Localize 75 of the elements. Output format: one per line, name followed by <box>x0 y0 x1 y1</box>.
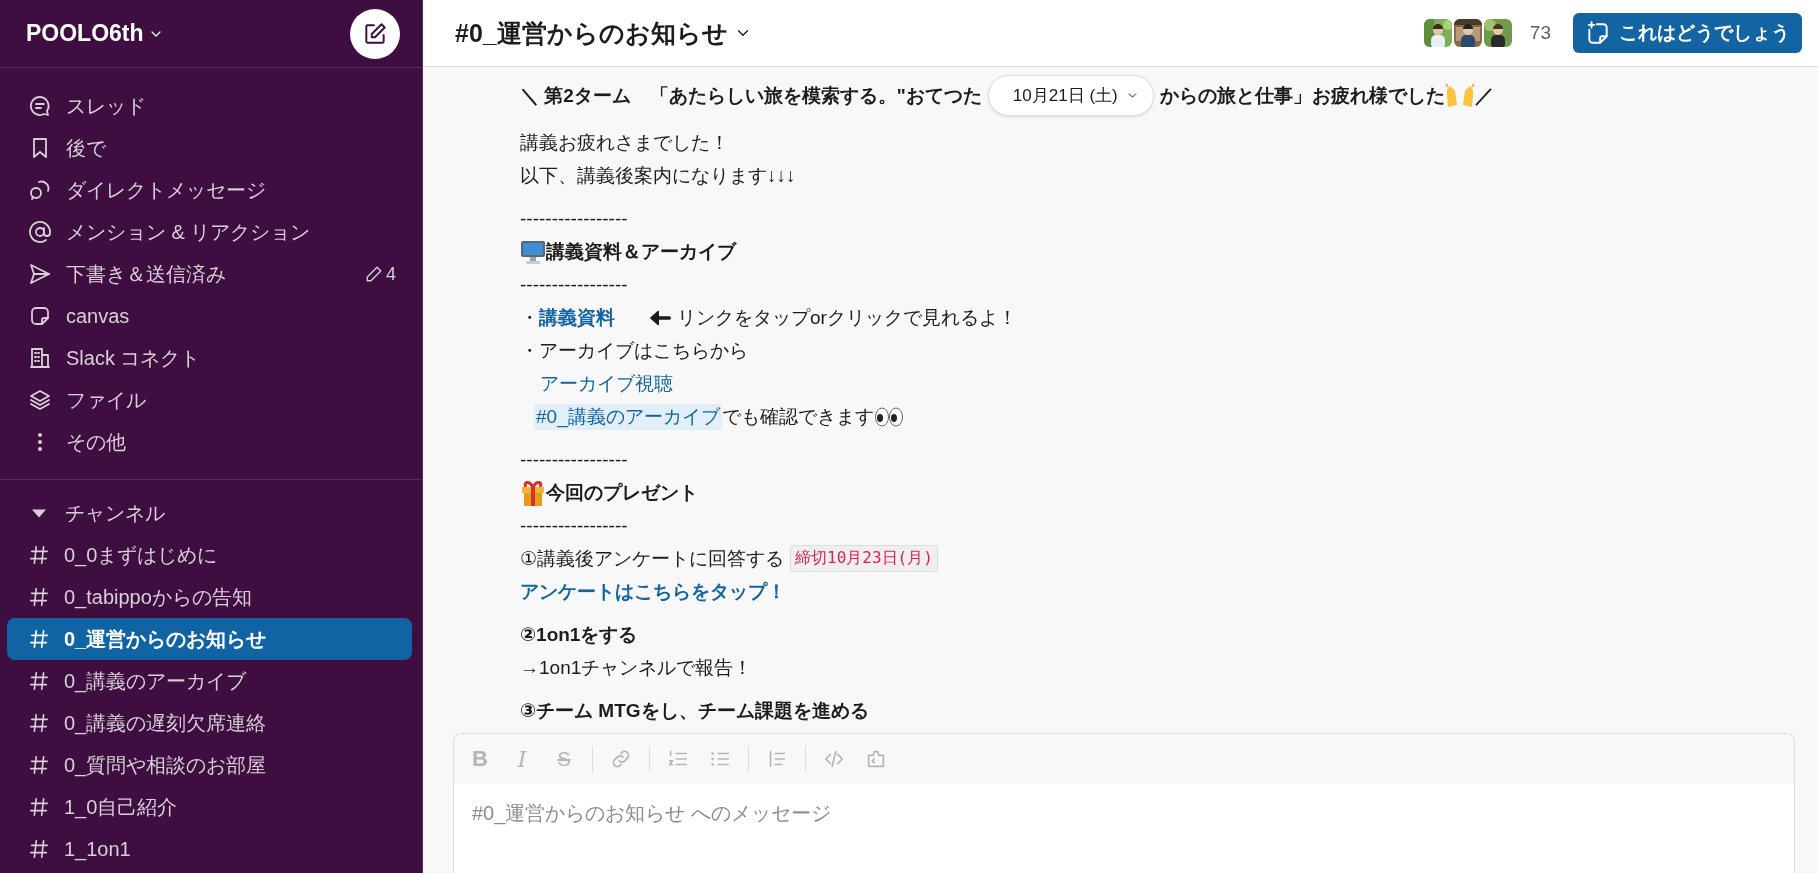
message-text: からの旅と仕事」お疲れ様でした <box>1159 83 1445 108</box>
channel-mention-link[interactable]: #0_講義のアーカイブ <box>534 403 722 430</box>
sidebar-item[interactable]: 後で <box>0 127 422 169</box>
hash-icon <box>28 796 50 818</box>
hash-icon <box>28 754 50 776</box>
sidebar-item[interactable]: ファイル <box>0 379 422 421</box>
channel-item[interactable]: 1_0自己紹介 <box>7 786 412 828</box>
channels-section-toggle[interactable]: チャンネル <box>0 492 422 534</box>
link-icon <box>610 748 632 770</box>
pencil-square-icon <box>362 20 388 47</box>
message-text: ／ <box>1474 83 1494 108</box>
section-heading: 講義資料＆アーカイブ <box>546 239 736 264</box>
speech-bubble-icon <box>28 94 52 118</box>
more-icon <box>37 432 43 452</box>
bullet-text: ・ <box>520 305 539 330</box>
eyes-icon <box>873 405 904 428</box>
message-text: ----------------- <box>520 513 629 538</box>
message-text: ----------------- <box>520 272 629 297</box>
channel-item[interactable]: 0_tabippoからの告知 <box>7 576 412 618</box>
sidebar-item[interactable]: スレッド <box>0 85 422 127</box>
paper-plane-icon <box>28 262 52 286</box>
hash-icon <box>28 838 50 860</box>
message-text: 講義お疲れさまでした！ <box>520 130 730 155</box>
channel-item[interactable]: 0_講義のアーカイブ <box>7 660 412 702</box>
hash-icon <box>28 712 50 734</box>
draft-count: 4 <box>386 263 396 285</box>
document-icon <box>28 304 52 328</box>
compose-button[interactable] <box>350 8 400 59</box>
sidebar-item[interactable]: ダイレクトメッセージ <box>0 169 422 211</box>
at-sign-icon <box>28 220 52 244</box>
section-heading: 今回のプレゼント <box>546 480 698 505</box>
sidebar-item[interactable]: Slack コネクト <box>0 337 422 379</box>
message-text: でも確認できます <box>721 404 874 429</box>
message-text: ・アーカイブはこちらから <box>520 338 749 363</box>
canvas-plus-icon <box>1585 20 1611 46</box>
building-icon <box>28 346 52 370</box>
channel-item[interactable]: 0_質問や相談のお部屋 <box>7 744 412 786</box>
chat-bubbles-icon <box>28 178 52 202</box>
message-text: ③チーム MTGをし、チーム課題を進める <box>520 698 870 723</box>
hash-icon <box>28 586 50 608</box>
code-icon <box>823 748 845 770</box>
message-text: 以下、講義後案内になります↓↓↓ <box>520 163 797 188</box>
sidebar-item[interactable]: メンション & リアクション <box>0 211 422 253</box>
date-jump-button[interactable]: 10月21日 (土) <box>987 75 1154 116</box>
document-link[interactable]: 講義資料 <box>539 304 615 331</box>
deadline-code: 締切10月23日(月) <box>790 545 938 572</box>
monitor-icon <box>520 238 546 265</box>
hash-icon <box>28 670 50 692</box>
message-text: リンクをタップorクリックで見れるよ！ <box>677 305 1017 330</box>
message-text: ----------------- <box>520 206 629 231</box>
channel-item[interactable]: 0_運営からのお知らせ <box>7 618 412 660</box>
hash-icon <box>28 544 50 566</box>
message-text: →1on1チャンネルで報告！ <box>520 655 754 680</box>
channel-item[interactable]: 0_講義の遅刻欠席連絡 <box>7 702 412 744</box>
layers-icon <box>28 388 52 412</box>
raised-hands-icon <box>1444 82 1475 109</box>
canvas-button[interactable]: これはどうでしょう <box>1573 13 1802 53</box>
message-text: ----------------- <box>520 447 629 472</box>
sidebar-item[interactable]: その他 <box>0 421 422 463</box>
hash-icon <box>28 628 50 650</box>
message-text: ＼ 第2ターム 「あたらしい旅を模索する。"おてつた <box>520 83 982 108</box>
workspace-menu-button[interactable]: POOLO6th <box>26 20 164 47</box>
survey-link[interactable]: アンケートはこちらをタップ！ <box>520 578 786 605</box>
archive-link[interactable]: アーカイブ視聴 <box>540 370 673 397</box>
pencil-icon <box>365 265 383 283</box>
message-text: ①講義後アンケートに回答する <box>520 546 785 571</box>
sidebar-item[interactable]: 下書き＆送信済み 4 <box>0 253 422 295</box>
sidebar-item[interactable]: canvas <box>0 295 422 337</box>
message-text: ②1on1をする <box>520 622 639 647</box>
code-block-icon <box>865 748 887 770</box>
channel-item[interactable]: 1_1on1 <box>7 828 412 870</box>
members-button[interactable]: 73 <box>1423 19 1551 47</box>
channel-title-button[interactable]: #0_運営からのお知らせ <box>455 16 752 50</box>
gift-icon <box>520 478 546 507</box>
channel-item[interactable]: 0_0まずはじめに <box>7 534 412 576</box>
